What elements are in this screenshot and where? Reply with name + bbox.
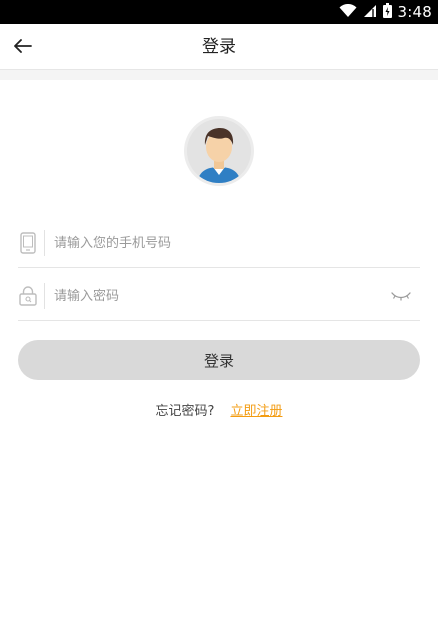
auth-links: 忘记密码? 立即注册 — [0, 399, 438, 419]
eye-closed-icon[interactable] — [390, 287, 412, 305]
battery-icon — [382, 2, 392, 22]
phone-icon — [18, 231, 38, 255]
field-divider — [44, 230, 45, 256]
lock-icon — [18, 284, 38, 308]
header-separator — [0, 70, 438, 80]
app-bar: 登录 — [0, 24, 438, 70]
phone-input[interactable] — [54, 229, 374, 257]
phone-field-row — [18, 218, 420, 268]
status-icons: 3:48 — [339, 0, 432, 24]
status-time: 3:48 — [397, 3, 432, 21]
password-input[interactable] — [54, 282, 374, 310]
page-title: 登录 — [202, 37, 236, 57]
password-field-row — [18, 271, 420, 321]
field-divider — [44, 283, 45, 309]
forgot-password-link[interactable]: 忘记密码? — [156, 400, 215, 419]
signal-icon — [363, 3, 377, 22]
status-bar: 3:48 — [0, 0, 438, 24]
user-avatar-icon — [187, 119, 251, 183]
login-button[interactable]: 登录 — [18, 340, 420, 380]
back-button[interactable] — [8, 32, 38, 62]
wifi-icon — [339, 3, 357, 22]
avatar[interactable] — [187, 119, 251, 183]
register-link[interactable]: 立即注册 — [230, 400, 282, 419]
arrow-left-icon — [14, 38, 32, 57]
